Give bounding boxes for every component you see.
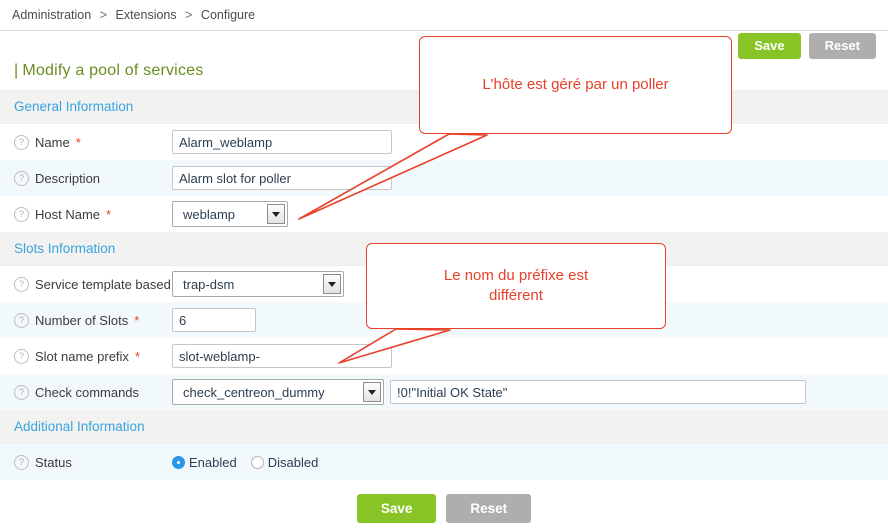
label-description: ? Description xyxy=(0,170,172,186)
required-marker: * xyxy=(106,206,112,222)
help-icon[interactable]: ? xyxy=(14,170,29,186)
annotation-callout-prefix-line1: Le nom du préfixe est xyxy=(443,266,589,284)
chevron-down-icon[interactable] xyxy=(363,382,381,402)
check-command-select-value: check_centreon_dummy xyxy=(183,384,325,400)
page-title-text: Modify a pool of services xyxy=(22,62,204,79)
label-status: ? Status xyxy=(0,454,172,470)
slot-name-prefix-input[interactable] xyxy=(172,344,392,368)
field-number-of-slots xyxy=(172,308,256,332)
required-marker: * xyxy=(75,134,81,150)
form-row-check-commands: ? Check commands check_centreon_dummy xyxy=(0,374,888,410)
host-name-select[interactable]: weblamp xyxy=(172,201,288,227)
save-button-top[interactable]: Save xyxy=(738,33,801,59)
label-check-commands: ? Check commands xyxy=(0,384,172,400)
help-icon[interactable]: ? xyxy=(14,384,29,400)
label-host-name-text: Host Name xyxy=(35,206,101,222)
service-template-select[interactable]: trap-dsm xyxy=(172,271,344,297)
field-host-name: weblamp xyxy=(172,201,288,227)
label-service-template-text: Service template based xyxy=(35,276,171,292)
label-slot-name-prefix: ? Slot name prefix * xyxy=(0,348,172,364)
top-action-bar: Save Reset xyxy=(738,33,876,59)
status-radio-enabled[interactable] xyxy=(172,455,185,469)
host-name-select-value: weblamp xyxy=(183,206,236,222)
field-name xyxy=(172,130,392,154)
status-radio-disabled-label[interactable]: Disabled xyxy=(268,455,319,470)
label-name: ? Name * xyxy=(0,134,172,150)
field-check-commands: check_centreon_dummy xyxy=(172,379,806,405)
check-command-select[interactable]: check_centreon_dummy xyxy=(172,379,384,405)
form-row-host-name: ? Host Name * weblamp xyxy=(0,196,888,232)
page-title-bar: | xyxy=(14,62,19,79)
chevron-down-icon[interactable] xyxy=(323,274,341,294)
status-radio-enabled-label[interactable]: Enabled xyxy=(189,455,237,470)
label-host-name: ? Host Name * xyxy=(0,206,172,222)
reset-button-bottom[interactable]: Reset xyxy=(446,494,532,523)
bottom-action-bar: Save Reset xyxy=(0,494,888,523)
annotation-callout-poller: L'hôte est géré par un poller xyxy=(419,36,732,134)
breadcrumb-item-extensions[interactable]: Extensions xyxy=(115,8,176,22)
annotation-callout-prefix-text: Le nom du préfixe est différent xyxy=(444,266,588,307)
section-header-general-label: General Information xyxy=(14,99,134,114)
reset-button-top[interactable]: Reset xyxy=(808,33,876,59)
breadcrumb-separator: > xyxy=(185,8,193,22)
required-marker: * xyxy=(134,348,140,364)
breadcrumb-item-configure[interactable]: Configure xyxy=(201,8,255,22)
description-input[interactable] xyxy=(172,166,392,190)
label-status-text: Status xyxy=(35,454,72,470)
help-icon[interactable]: ? xyxy=(14,276,29,292)
breadcrumb-bar: Administration > Extensions > Configure xyxy=(0,0,888,31)
field-slot-name-prefix xyxy=(172,344,392,368)
label-number-of-slots: ? Number of Slots * xyxy=(0,312,172,328)
form-row-description: ? Description xyxy=(0,160,888,196)
page-title: | Modify a pool of services xyxy=(14,62,203,80)
label-service-template: ? Service template based xyxy=(0,276,172,292)
save-button-bottom[interactable]: Save xyxy=(356,494,437,523)
annotation-callout-prefix: Le nom du préfixe est différent xyxy=(366,243,666,329)
help-icon[interactable]: ? xyxy=(14,134,29,150)
label-name-text: Name xyxy=(35,134,70,150)
status-radio-disabled[interactable] xyxy=(250,455,264,469)
number-of-slots-input[interactable] xyxy=(172,308,256,332)
required-marker: * xyxy=(134,312,140,328)
help-icon[interactable]: ? xyxy=(14,312,29,328)
breadcrumb-item-administration[interactable]: Administration xyxy=(12,8,91,22)
annotation-callout-prefix-line2: différent xyxy=(489,287,543,304)
field-description xyxy=(172,166,392,190)
section-header-additional-label: Additional Information xyxy=(14,419,145,434)
chevron-down-icon[interactable] xyxy=(267,204,285,224)
label-number-of-slots-text: Number of Slots xyxy=(35,312,129,328)
field-service-template: trap-dsm xyxy=(172,271,344,297)
help-icon[interactable]: ? xyxy=(14,454,29,470)
label-check-commands-text: Check commands xyxy=(35,384,140,400)
check-command-arguments-input[interactable] xyxy=(390,380,806,404)
name-input[interactable] xyxy=(172,130,392,154)
help-icon[interactable]: ? xyxy=(14,206,29,222)
section-header-slots-label: Slots Information xyxy=(14,241,116,256)
form-row-status: ? Status Enabled Disabled xyxy=(0,444,888,480)
form-row-slot-name-prefix: ? Slot name prefix * xyxy=(0,338,888,374)
label-slot-name-prefix-text: Slot name prefix xyxy=(35,348,129,364)
field-status: Enabled Disabled xyxy=(172,455,328,470)
label-description-text: Description xyxy=(35,170,101,186)
annotation-callout-poller-text: L'hôte est géré par un poller xyxy=(482,75,669,93)
breadcrumb-separator: > xyxy=(99,8,107,22)
help-icon[interactable]: ? xyxy=(14,348,29,364)
service-template-select-value: trap-dsm xyxy=(183,276,235,292)
breadcrumb: Administration > Extensions > Configure xyxy=(12,8,255,22)
section-header-additional: Additional Information xyxy=(0,410,888,444)
